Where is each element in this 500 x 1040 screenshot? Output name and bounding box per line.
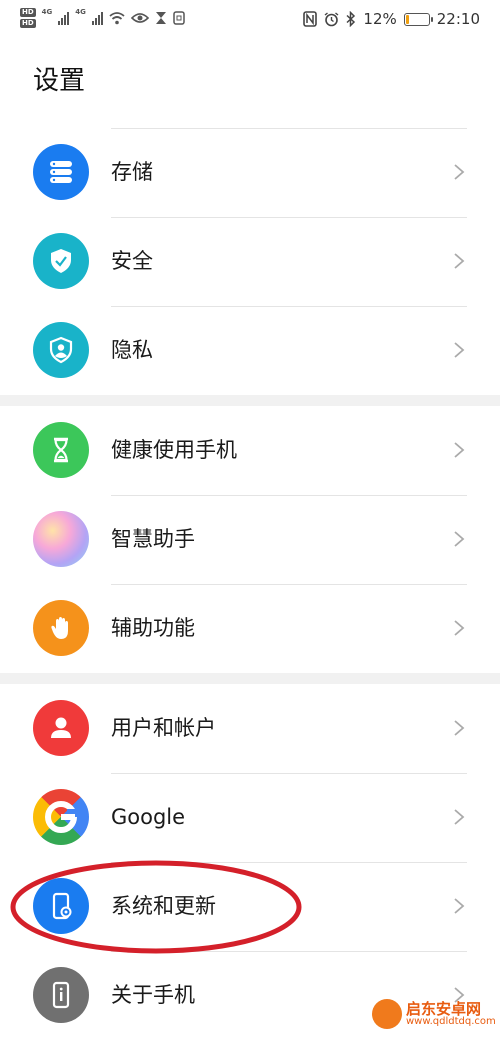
settings-item-label: 安全: [111, 249, 153, 273]
chevron-right-icon: [454, 898, 465, 914]
privacy-icon: [33, 322, 89, 378]
settings-item-digital-balance[interactable]: 健康使用手机: [0, 406, 500, 495]
chevron-right-icon: [454, 253, 465, 269]
hd-indicator: HD HD: [20, 8, 36, 28]
bluetooth-icon: [346, 11, 356, 27]
watermark-name: 启东安卓网: [406, 999, 482, 1018]
user-icon: [33, 700, 89, 756]
divider: [111, 128, 467, 129]
hd-badge: HD: [20, 19, 36, 28]
system-update-icon: [33, 878, 89, 934]
chevron-right-icon: [454, 809, 465, 825]
eye-comfort-icon: [130, 13, 149, 23]
clipboard-icon: [173, 11, 185, 25]
chevron-right-icon: [454, 620, 465, 636]
watermark-logo: [372, 999, 402, 1029]
divider: [111, 217, 467, 218]
settings-item-system-update[interactable]: 系统和更新: [0, 862, 500, 951]
assistant-icon: [33, 511, 89, 567]
settings-group-3: 用户和帐户 Google 系统和更新 关于手机: [0, 684, 500, 1040]
settings-item-label: 系统和更新: [111, 894, 216, 918]
hand-icon: [33, 600, 89, 656]
battery-icon: [403, 12, 433, 26]
chevron-right-icon: [454, 342, 465, 358]
alarm-icon: [324, 11, 339, 26]
settings-group-1: 存储 安全 隐私: [0, 128, 500, 395]
signal-icon: [91, 11, 103, 25]
settings-item-label: 关于手机: [111, 983, 195, 1007]
watermark: 启东安卓网 www.qdldtdq.com: [372, 999, 496, 1029]
hourglass-icon: [33, 422, 89, 478]
hd-badge: HD: [20, 8, 36, 17]
wifi-icon: [109, 12, 125, 25]
clock: 22:10: [436, 10, 480, 28]
settings-item-label: 健康使用手机: [111, 438, 237, 462]
settings-item-security[interactable]: 安全: [0, 217, 500, 306]
settings-item-google[interactable]: Google: [0, 773, 500, 862]
signal-icon: [58, 11, 70, 25]
settings-item-label: 隐私: [111, 338, 153, 362]
status-bar: HD HD 4G 4G 12% 22:10: [0, 0, 500, 40]
settings-item-smart-assistant[interactable]: 智慧助手: [0, 495, 500, 584]
divider: [111, 306, 467, 307]
storage-icon: [33, 144, 89, 200]
settings-item-label: 存储: [111, 160, 153, 184]
settings-item-users-accounts[interactable]: 用户和帐户: [0, 684, 500, 773]
settings-item-storage[interactable]: 存储: [0, 128, 500, 217]
chevron-right-icon: [454, 442, 465, 458]
hourglass-status-icon: [155, 12, 166, 24]
chevron-right-icon: [454, 531, 465, 547]
settings-item-label: Google: [111, 805, 186, 829]
page-title: 设置: [33, 66, 86, 96]
network-type: 4G: [41, 8, 53, 16]
watermark-url: www.qdldtdq.com: [406, 1015, 496, 1027]
section-separator: [0, 395, 500, 406]
phone-info-icon: [33, 967, 89, 1023]
chevron-right-icon: [454, 164, 465, 180]
settings-item-label: 用户和帐户: [111, 716, 216, 740]
chevron-right-icon: [454, 720, 465, 736]
settings-item-label: 智慧助手: [111, 527, 195, 551]
settings-item-label: 辅助功能: [111, 616, 195, 640]
settings-group-2: 健康使用手机 智慧助手 辅助功能: [0, 406, 500, 673]
battery-percent: 12%: [363, 10, 397, 28]
google-icon: [33, 789, 89, 845]
network-type: 4G: [75, 8, 86, 16]
nfc-icon: [303, 11, 318, 27]
shield-check-icon: [33, 233, 89, 289]
section-separator: [0, 673, 500, 684]
settings-item-accessibility[interactable]: 辅助功能: [0, 584, 500, 673]
settings-item-privacy[interactable]: 隐私: [0, 306, 500, 395]
